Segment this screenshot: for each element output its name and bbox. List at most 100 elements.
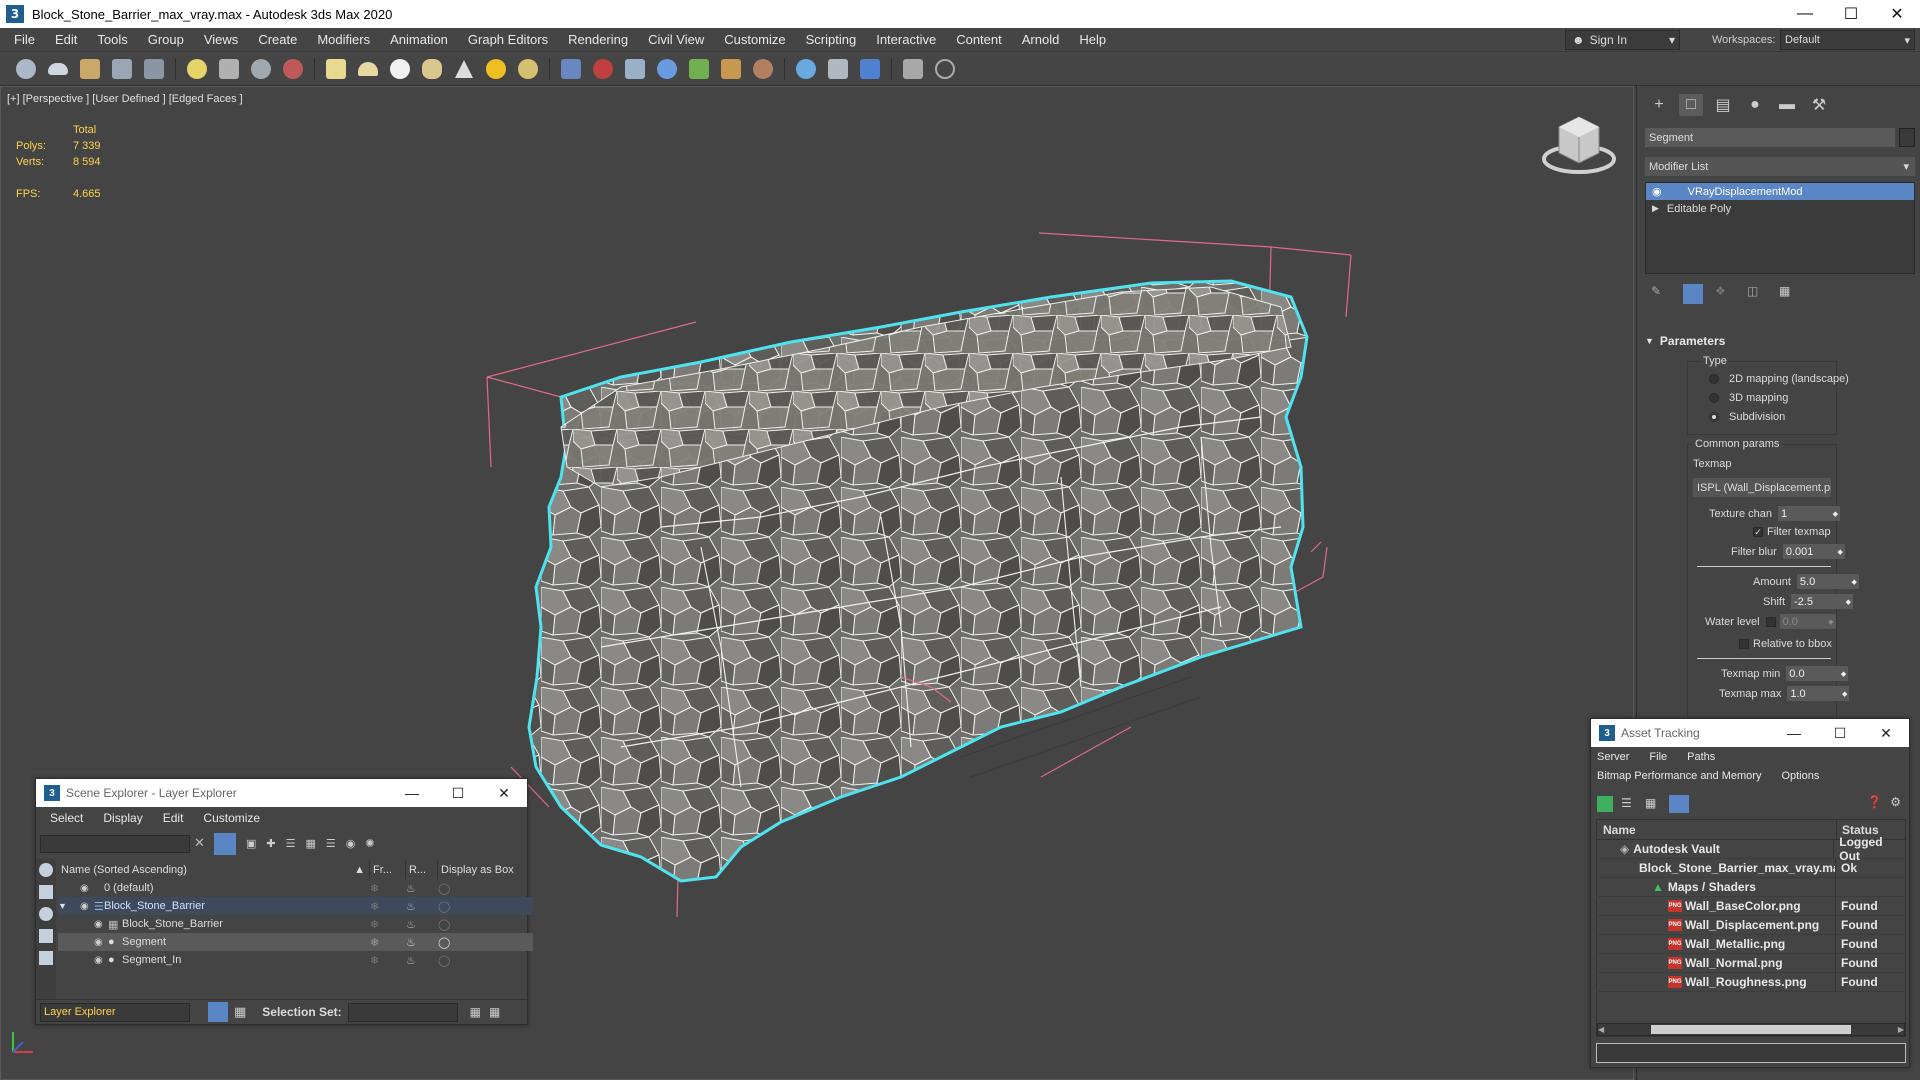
new-layer-icon[interactable]: ✚ (266, 837, 275, 850)
box-display-icon[interactable]: ◯ (438, 918, 450, 931)
workspace-select[interactable]: Default ▾ (1780, 30, 1915, 50)
menu-rendering[interactable]: Rendering (558, 32, 638, 47)
minimize-button[interactable]: — (1782, 0, 1828, 28)
object-color-swatch[interactable] (1899, 128, 1915, 147)
menu-civil-view[interactable]: Civil View (638, 32, 714, 47)
menu-customize[interactable]: Customize (714, 32, 795, 47)
show-end-result-icon[interactable] (1683, 284, 1703, 304)
layers-icon[interactable]: ☰ (286, 837, 296, 850)
eye-icon[interactable]: ◉ (94, 955, 108, 966)
hierarchy-icon[interactable]: ▦ (306, 837, 316, 850)
menu-help[interactable]: Help (1069, 32, 1116, 47)
explorer-type-dropdown[interactable]: Layer Explorer (40, 1002, 190, 1022)
collapse-arrow-icon[interactable]: ▼ (58, 901, 67, 911)
create-selection-set-icon[interactable]: ▦ (470, 1005, 481, 1019)
asset-row[interactable]: ▲ Maps / Shaders (1596, 877, 1906, 897)
create-tab-plus-icon[interactable]: + (1647, 94, 1671, 116)
hierarchy-toggle-icon[interactable]: ▦ (234, 1004, 246, 1020)
box-create-button[interactable] (322, 56, 350, 82)
configure-sets-icon[interactable]: ▦ (1779, 284, 1799, 304)
texmap-max-spinner[interactable]: 1.0 ◆ (1787, 686, 1850, 701)
radio-3d-mapping[interactable]: 3D mapping (1709, 392, 1788, 404)
link-button[interactable] (215, 56, 243, 82)
render-active-button[interactable] (856, 56, 884, 82)
asset-row[interactable]: PNG Wall_Displacement.png Found (1596, 915, 1906, 935)
stack-item-vray-displacement[interactable]: ◉ VRayDisplacementMod (1646, 183, 1914, 200)
filter-texmap-checkbox[interactable]: ✓ Filter texmap (1753, 526, 1831, 538)
maximize-button[interactable]: ☐ (1828, 0, 1874, 28)
maximize-button[interactable]: ☐ (1817, 725, 1863, 742)
maximize-button[interactable]: ☐ (435, 785, 481, 802)
object-row[interactable]: ◉ ▦ Block_Stone_Barrier ❄ ♨ ◯ (58, 915, 533, 933)
col-header-render[interactable]: R... (406, 861, 438, 879)
undo-button[interactable] (12, 56, 40, 82)
modifier-list-dropdown[interactable]: Modifier List ▾ (1645, 157, 1915, 176)
help-icon[interactable]: ❓ (1867, 795, 1882, 809)
selection-set-dropdown[interactable] (347, 1002, 458, 1022)
teapot-create-button[interactable] (418, 56, 446, 82)
sphere-create-button[interactable] (386, 56, 414, 82)
menu-animation[interactable]: Animation (380, 32, 458, 47)
col-header-display-as-box[interactable]: Display as Box (438, 861, 526, 879)
render-teapot-icon[interactable]: ♨ (406, 918, 438, 931)
menu-file[interactable]: File (0, 32, 45, 47)
display-tab-icon[interactable]: ▬ (1775, 94, 1799, 116)
hf-button[interactable] (717, 56, 745, 82)
render-frame-button[interactable] (824, 56, 852, 82)
stack-icon[interactable]: ☰ (326, 837, 336, 850)
utilities-tab-wrench-icon[interactable]: ⚒ (1807, 94, 1831, 116)
remove-modifier-trash-icon[interactable]: ◫ (1747, 284, 1767, 304)
render-teapot-icon[interactable]: ♨ (406, 882, 438, 895)
horizontal-scrollbar[interactable]: ◀ ▶ (1597, 1023, 1905, 1036)
list-view-icon[interactable]: ☰ (1621, 796, 1637, 812)
edit-selection-set-icon[interactable]: ▦ (489, 1005, 500, 1019)
close-button[interactable]: ✕ (1874, 0, 1920, 28)
freeze-snowflake-icon[interactable]: ❄ (370, 936, 406, 949)
render-setup-button[interactable] (76, 56, 104, 82)
eye-icon[interactable]: ◉ (1652, 185, 1662, 198)
texmap-min-spinner[interactable]: 0.0 ◆ (1786, 666, 1849, 681)
scroll-right-icon[interactable]: ▶ (1898, 1025, 1904, 1034)
display-objects-icon[interactable] (39, 863, 53, 877)
menu-graph-editors[interactable]: Graph Editors (458, 32, 558, 47)
help-button[interactable] (931, 56, 959, 82)
box-display-icon[interactable]: ◯ (438, 900, 450, 913)
eye-icon[interactable]: ◉ (80, 883, 94, 894)
fur-button[interactable] (589, 56, 617, 82)
grass-button[interactable] (685, 56, 713, 82)
schematic-button[interactable] (140, 56, 168, 82)
bind-button[interactable] (247, 56, 275, 82)
motion-tab-icon[interactable]: ● (1743, 94, 1767, 116)
render-teapot-icon[interactable]: ♨ (406, 954, 438, 967)
scroll-left-icon[interactable]: ◀ (1598, 1025, 1604, 1034)
shift-spinner[interactable]: -2.5 ◆ (1791, 594, 1854, 609)
stack-item-editable-poly[interactable]: ▶ Editable Poly (1646, 200, 1914, 217)
asset-row[interactable]: PNG Wall_Metallic.png Found (1596, 934, 1906, 954)
omni-light-button[interactable] (514, 56, 542, 82)
render-button[interactable] (792, 56, 820, 82)
box-display-icon[interactable]: ◯ (438, 882, 450, 895)
at-menu-bitmap-performance[interactable]: Bitmap Performance and Memory (1591, 770, 1771, 782)
decal-button[interactable] (749, 56, 777, 82)
box-display-icon[interactable]: ◯ (438, 936, 450, 949)
table-view-icon[interactable]: ▦ (1645, 796, 1661, 812)
water-level-checkbox[interactable] (1765, 616, 1776, 627)
clear-search-icon[interactable]: ✕ (194, 835, 205, 851)
light-lister-button[interactable] (183, 56, 211, 82)
at-menu-server[interactable]: Server (1591, 751, 1639, 763)
texmap-button[interactable]: ISPL (Wall_Displacement.png (1693, 478, 1831, 497)
display-helpers-icon[interactable] (39, 951, 53, 965)
proxy-button[interactable] (621, 56, 649, 82)
at-menu-options[interactable]: Options (1771, 770, 1829, 782)
menu-content[interactable]: Content (946, 32, 1012, 47)
scroll-thumb[interactable] (1651, 1025, 1851, 1034)
select-button[interactable] (279, 56, 307, 82)
display-shapes-icon[interactable] (39, 885, 53, 899)
object-row[interactable]: ◉ ● Segment_In ❄ ♨ ◯ (58, 951, 533, 969)
render-teapot-icon[interactable]: ♨ (406, 900, 438, 913)
displacement-button[interactable] (557, 56, 585, 82)
material-editor-button[interactable] (108, 56, 136, 82)
object-row-selected[interactable]: ◉ ● Segment ❄ ♨ ◯ (58, 933, 533, 951)
se-menu-display[interactable]: Display (93, 811, 152, 825)
minimize-button[interactable]: — (1771, 725, 1817, 741)
